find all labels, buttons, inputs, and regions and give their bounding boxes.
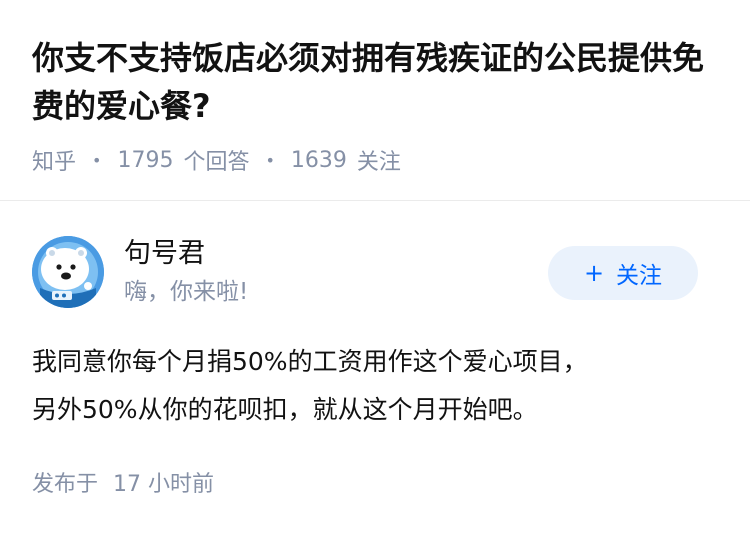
author-bio: 嗨，你来啦! xyxy=(124,279,249,305)
question-header: 你支不支持饭店必须对拥有残疾证的公民提供免费的爱心餐? 知乎 • 1795 个回… xyxy=(0,0,750,200)
follow-button[interactable]: + 关注 xyxy=(548,246,698,300)
answer-line: 另外50%从你的花呗扣，就从这个月开始吧。 xyxy=(32,395,538,424)
follow-button-label: 关注 xyxy=(616,263,663,289)
author-card: 句号君 嗨，你来啦! + 关注 xyxy=(0,224,750,324)
section-divider xyxy=(0,200,750,201)
follower-count: 1639 xyxy=(290,147,347,173)
follower-count-label: 关注 xyxy=(356,150,401,175)
answer-count-label: 个回答 xyxy=(183,150,250,175)
author-name[interactable]: 句号君 xyxy=(124,236,205,272)
source-label[interactable]: 知乎 xyxy=(32,144,76,176)
answer-line: 我同意你每个月捐50%的工资用作这个爱心项目， xyxy=(32,347,588,376)
answer-content: 我同意你每个月捐50%的工资用作这个爱心项目， 另外50%从你的花呗扣，就从这个… xyxy=(32,338,722,434)
timestamp-label: 发布于 xyxy=(32,472,99,497)
answer-count: 1795 xyxy=(117,147,174,173)
answer-timestamp: 发布于 17 小时前 xyxy=(32,468,214,502)
question-title[interactable]: 你支不支持饭店必须对拥有残疾证的公民提供免费的爱心餐? xyxy=(32,34,732,130)
separator-dot: • xyxy=(92,150,102,170)
separator-dot: • xyxy=(265,150,275,170)
avatar[interactable] xyxy=(32,236,104,308)
polar-bear-astronaut-icon xyxy=(32,236,104,308)
question-meta: 知乎 • 1795 个回答 • 1639 关注 xyxy=(32,143,401,177)
timestamp-value: 17 小时前 xyxy=(113,472,215,497)
plus-icon: + xyxy=(583,259,605,287)
